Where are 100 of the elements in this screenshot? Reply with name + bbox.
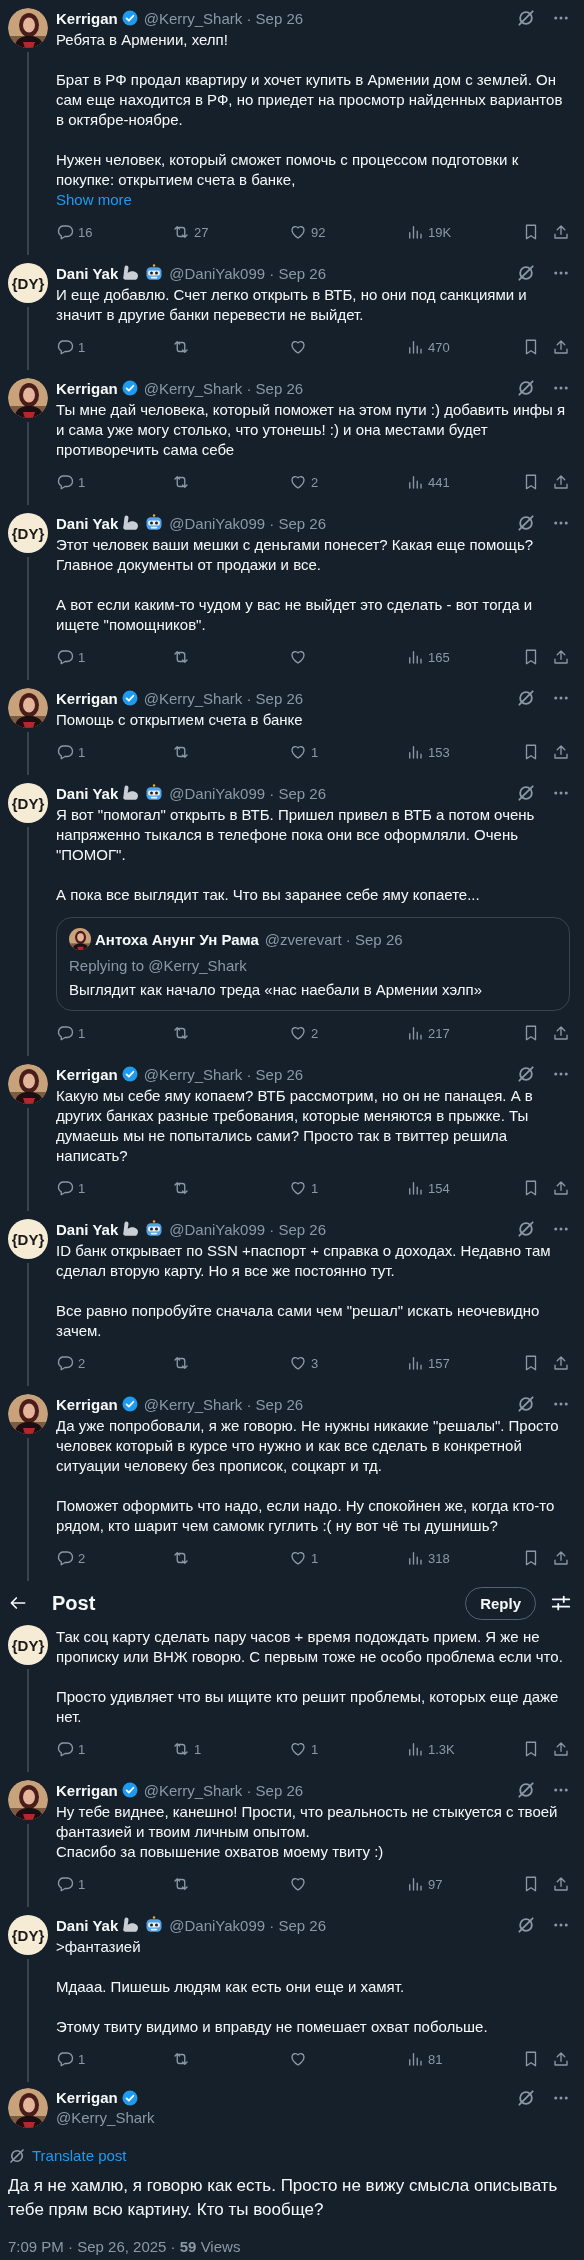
views[interactable]: 157 [406,1354,450,1372]
avatar[interactable]: {DY} [8,513,48,553]
slashed-circle-icon[interactable] [516,1394,536,1414]
slashed-circle-icon[interactable] [516,1780,536,1800]
share-icon[interactable] [552,1875,570,1893]
like[interactable]: 1 [289,1549,319,1567]
like[interactable]: 1 [289,743,319,761]
repost[interactable]: 27 [172,223,209,241]
views[interactable]: 1.3K [406,1740,455,1758]
share-icon[interactable] [552,473,570,491]
like[interactable] [289,1875,307,1893]
share-icon[interactable] [552,338,570,356]
show-more-link[interactable]: Show more [56,190,132,210]
slashed-circle-icon[interactable] [516,513,536,533]
like[interactable] [289,338,307,356]
like[interactable] [289,2050,307,2068]
author-name[interactable]: Dani Yak [56,514,119,532]
reply[interactable]: 1 [56,1024,86,1042]
like[interactable] [289,648,307,666]
like[interactable]: 2 [289,1024,319,1042]
share-icon[interactable] [552,1549,570,1567]
slashed-circle-icon[interactable] [516,2088,536,2108]
author-name[interactable]: Dani Yak [56,264,119,282]
post-timestamp: 7:09 PM · Sep 26, 2025 · 59 Views [8,2238,242,2255]
repost[interactable] [172,473,190,491]
like[interactable]: 92 [289,223,326,241]
like[interactable]: 1 [289,1179,319,1197]
views[interactable]: 217 [406,1024,450,1042]
tweet-text: И еще добавлю. Счет легко открыть в ВТБ, но они под санкциями и значит в другие банки перевести не выйдет. [56,285,528,325]
reply[interactable]: 2 [56,1549,86,1567]
repost[interactable] [172,2050,190,2068]
reply[interactable]: 1 [56,1740,86,1758]
author-name[interactable]: Kerrigan [56,2088,118,2108]
reply[interactable]: 2 [56,1354,86,1372]
share-icon[interactable] [552,1354,570,1372]
views[interactable]: 441 [406,473,450,491]
share-icon[interactable] [552,1740,570,1758]
slashed-circle-icon[interactable] [516,1219,536,1239]
share-icon[interactable] [552,1179,570,1197]
like[interactable]: 3 [289,1354,319,1372]
reply[interactable]: 1 [56,473,86,491]
reply[interactable]: 1 [56,1875,86,1893]
author-name[interactable]: Kerrigan [56,379,118,397]
reply[interactable]: 16 [56,223,93,241]
share-icon[interactable] [552,2050,570,2068]
repost[interactable] [172,648,190,666]
repost[interactable] [172,1179,190,1197]
tweet-text: Ну тебе виднее, канешно! Прости, что реальность не стыкуется с твоей фантазией и твоим личным опытом. Спасибо за повышение охватов моему твиту :) [56,1802,559,1862]
quoted-post[interactable]: Антоха Анунг Ун Рама @zverevart · Sep 26 Replying to @Kerry_Shark Выглядит как начало треда «нас наебали в Армении хэлп» [56,917,570,1011]
translate-link[interactable]: Translate post [32,2146,127,2166]
slashed-circle-icon[interactable] [516,1915,536,1935]
views[interactable]: 470 [406,338,450,356]
author-name[interactable]: Kerrigan [56,1065,118,1083]
author-name[interactable]: Dani Yak [56,1916,119,1934]
quote-text: Выглядит как начало треда «нас наебали в Армении хэлп» [69,980,484,1000]
avatar[interactable]: {DY} [8,1915,48,1955]
author-name[interactable]: Kerrigan [56,9,118,27]
avatar[interactable]: {DY} [8,1219,48,1259]
views[interactable]: 81 [406,2050,443,2068]
views[interactable]: 19K [406,223,452,241]
slashed-circle-icon[interactable] [516,8,536,28]
slashed-circle-icon[interactable] [516,783,536,803]
like[interactable]: 2 [289,473,319,491]
author-name[interactable]: Kerrigan [56,689,118,707]
reply[interactable]: 1 [56,648,86,666]
author-name[interactable]: Kerrigan [56,1781,118,1799]
share-icon[interactable] [552,648,570,666]
robot-icon [144,1219,165,1239]
avatar[interactable]: {DY} [8,263,48,303]
share-icon[interactable] [552,743,570,761]
like-icon [289,2050,307,2068]
avatar[interactable]: {DY} [8,1625,48,1665]
views[interactable]: 153 [406,743,450,761]
slashed-circle-icon[interactable] [516,1064,536,1084]
author-name[interactable]: Dani Yak [56,784,119,802]
share-icon[interactable] [552,1024,570,1042]
avatar[interactable]: {DY} [8,783,48,823]
repost[interactable] [172,338,190,356]
repost[interactable] [172,1024,190,1042]
reply[interactable]: 1 [56,743,86,761]
like[interactable]: 1 [289,1740,319,1758]
share-icon[interactable] [552,223,570,241]
reply[interactable]: 1 [56,2050,86,2068]
reply[interactable]: 1 [56,338,86,356]
repost[interactable] [172,1549,190,1567]
views[interactable]: 165 [406,648,450,666]
repost[interactable]: 1 [172,1740,202,1758]
views[interactable]: 154 [406,1179,450,1197]
author-name[interactable]: Dani Yak [56,1220,119,1238]
views[interactable]: 97 [406,1875,443,1893]
author-meta: @DaniYak099 · Sep 26 [169,1220,326,1238]
slashed-circle-icon[interactable] [516,688,536,708]
slashed-circle-icon[interactable] [516,378,536,398]
author-name[interactable]: Kerrigan [56,1395,118,1413]
reply[interactable]: 1 [56,1179,86,1197]
repost[interactable] [172,743,190,761]
slashed-circle-icon[interactable] [516,263,536,283]
repost[interactable] [172,1875,190,1893]
views[interactable]: 318 [406,1549,450,1567]
repost[interactable] [172,1354,190,1372]
